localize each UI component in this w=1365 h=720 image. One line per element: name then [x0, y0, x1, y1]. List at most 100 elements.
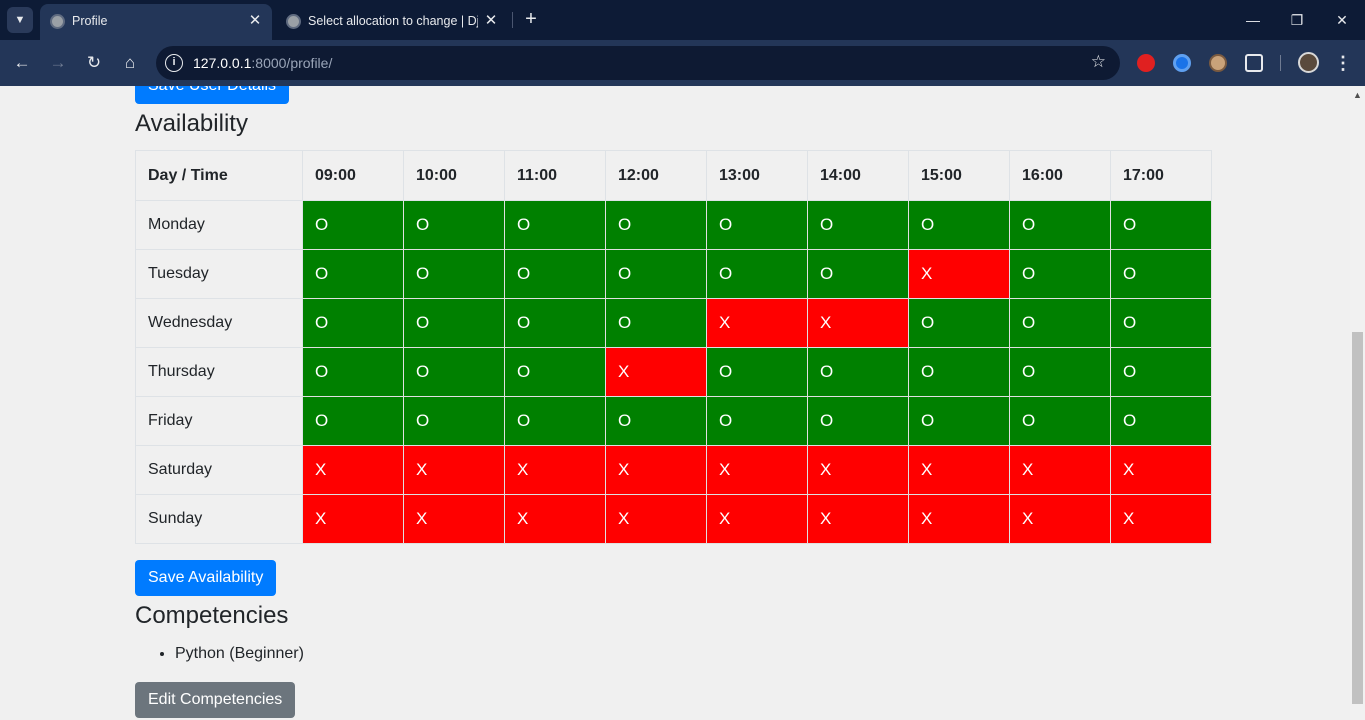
availability-cell[interactable]: X	[1009, 494, 1111, 544]
availability-cell[interactable]: O	[807, 200, 909, 250]
availability-cell[interactable]: O	[504, 347, 606, 397]
column-header-time: 11:00	[504, 150, 606, 201]
availability-cell[interactable]: O	[807, 347, 909, 397]
close-tab-icon[interactable]: ✕	[246, 12, 264, 30]
reload-button[interactable]: ↻	[81, 50, 107, 76]
availability-cell[interactable]: O	[605, 249, 707, 299]
availability-cell[interactable]: O	[302, 200, 404, 250]
availability-cell[interactable]: O	[302, 347, 404, 397]
browser-menu-icon[interactable]: ⋮	[1334, 50, 1352, 76]
day-label: Monday	[135, 200, 303, 250]
availability-cell[interactable]: O	[605, 396, 707, 446]
availability-cell[interactable]: O	[706, 200, 808, 250]
availability-cell[interactable]: X	[807, 494, 909, 544]
availability-cell[interactable]: O	[807, 396, 909, 446]
tab-select-allocation[interactable]: Select allocation to change | Dj ✕	[276, 4, 508, 40]
availability-cell[interactable]: O	[605, 200, 707, 250]
extension-icon[interactable]	[1209, 54, 1227, 72]
availability-cell[interactable]: O	[1009, 200, 1111, 250]
close-window-button[interactable]: ✕	[1327, 8, 1357, 32]
availability-cell[interactable]: X	[706, 494, 808, 544]
availability-cell[interactable]: O	[908, 298, 1010, 348]
extension-icon[interactable]	[1173, 54, 1191, 72]
availability-cell[interactable]: O	[706, 347, 808, 397]
bookmark-star-icon[interactable]: ☆	[1091, 52, 1106, 72]
home-button[interactable]: ⌂	[117, 50, 143, 76]
availability-cell[interactable]: O	[706, 396, 808, 446]
availability-cell[interactable]: O	[908, 396, 1010, 446]
restore-button[interactable]: ❐	[1282, 8, 1312, 32]
save-user-details-button[interactable]: Save User Details	[135, 86, 290, 104]
availability-cell[interactable]: O	[504, 298, 606, 348]
availability-cell[interactable]: O	[1009, 249, 1111, 299]
address-bar[interactable]: i 127.0.0.1:8000/profile/ ☆	[156, 46, 1120, 80]
availability-cell[interactable]: O	[403, 347, 505, 397]
availability-table: Day / Time 09:00 10:00 11:00 12:00 13:00 14:0…	[135, 150, 1212, 544]
availability-cell[interactable]: X	[706, 298, 808, 348]
day-label: Friday	[135, 396, 303, 446]
availability-cell[interactable]: O	[908, 200, 1010, 250]
page-scrollbar[interactable]: ▲	[1350, 86, 1365, 720]
availability-cell[interactable]: O	[403, 298, 505, 348]
extensions-puzzle-icon[interactable]	[1245, 54, 1263, 72]
availability-cell[interactable]: X	[403, 494, 505, 544]
extension-icon[interactable]	[1137, 54, 1155, 72]
availability-cell[interactable]: O	[1009, 347, 1111, 397]
column-header-time: 09:00	[302, 150, 404, 201]
availability-cell[interactable]: O	[1110, 298, 1212, 348]
availability-cell[interactable]: X	[908, 494, 1010, 544]
availability-cell[interactable]: X	[1110, 445, 1212, 495]
tab-search-button[interactable]: ▼	[7, 7, 33, 33]
availability-cell[interactable]: O	[908, 347, 1010, 397]
availability-cell[interactable]: O	[403, 396, 505, 446]
availability-cell[interactable]: O	[504, 200, 606, 250]
availability-cell[interactable]: O	[1009, 298, 1111, 348]
availability-cell[interactable]: X	[807, 298, 909, 348]
scroll-up-arrow-icon[interactable]: ▲	[1350, 90, 1365, 102]
availability-cell[interactable]: X	[706, 445, 808, 495]
site-info-icon[interactable]: i	[165, 54, 183, 72]
availability-cell[interactable]: O	[706, 249, 808, 299]
availability-cell[interactable]: X	[605, 494, 707, 544]
availability-cell[interactable]: O	[302, 396, 404, 446]
availability-cell[interactable]: O	[1110, 347, 1212, 397]
availability-cell[interactable]: O	[1110, 396, 1212, 446]
day-label: Wednesday	[135, 298, 303, 348]
new-tab-button[interactable]: +	[520, 8, 542, 30]
availability-cell[interactable]: O	[403, 200, 505, 250]
availability-cell[interactable]: O	[1009, 396, 1111, 446]
availability-cell[interactable]: X	[504, 494, 606, 544]
back-button[interactable]: ←	[9, 50, 35, 76]
availability-cell[interactable]: O	[1110, 249, 1212, 299]
availability-cell[interactable]: O	[807, 249, 909, 299]
availability-cell[interactable]: X	[302, 445, 404, 495]
profile-avatar[interactable]	[1298, 52, 1319, 73]
availability-cell[interactable]: O	[1110, 200, 1212, 250]
edit-competencies-button[interactable]: Edit Competencies	[135, 682, 296, 718]
minimize-button[interactable]: —	[1238, 8, 1268, 32]
availability-cell[interactable]: O	[504, 249, 606, 299]
availability-cell[interactable]: X	[908, 249, 1010, 299]
save-availability-button[interactable]: Save Availability	[135, 560, 277, 596]
tab-profile[interactable]: Profile ✕	[40, 4, 272, 40]
availability-cell[interactable]: X	[302, 494, 404, 544]
availability-cell[interactable]: O	[403, 249, 505, 299]
url-text[interactable]: 127.0.0.1:8000/profile/	[193, 55, 332, 71]
scroll-thumb[interactable]	[1352, 332, 1363, 704]
availability-cell[interactable]: O	[302, 249, 404, 299]
table-row: Thursday O O O X O O O O O	[135, 347, 1212, 397]
availability-cell[interactable]: X	[504, 445, 606, 495]
availability-cell[interactable]: X	[1009, 445, 1111, 495]
availability-cell[interactable]: X	[605, 347, 707, 397]
forward-button[interactable]: →	[45, 50, 71, 76]
availability-cell[interactable]: O	[504, 396, 606, 446]
availability-cell[interactable]: O	[302, 298, 404, 348]
competencies-list: Python (Beginner)	[175, 644, 304, 664]
availability-cell[interactable]: X	[908, 445, 1010, 495]
close-tab-icon[interactable]: ✕	[482, 12, 500, 30]
availability-cell[interactable]: X	[403, 445, 505, 495]
availability-cell[interactable]: X	[807, 445, 909, 495]
availability-cell[interactable]: O	[605, 298, 707, 348]
availability-cell[interactable]: X	[1110, 494, 1212, 544]
availability-cell[interactable]: X	[605, 445, 707, 495]
